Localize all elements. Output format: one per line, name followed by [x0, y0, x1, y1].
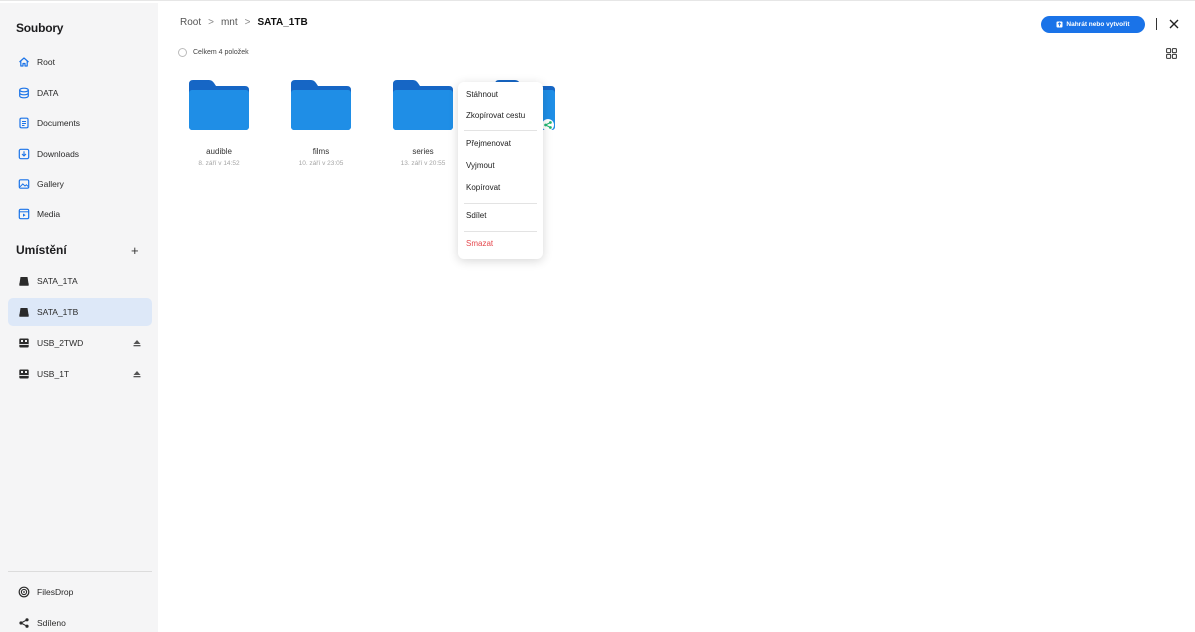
usb-drive-icon: [17, 368, 30, 381]
folder-name: films: [312, 147, 330, 156]
menu-item-copy-path[interactable]: Zkopírovat cestu: [466, 111, 525, 120]
breadcrumb: Root > mnt > SATA_1TB: [180, 17, 308, 28]
drive-icon: [17, 275, 30, 288]
sidebar-item-label: DATA: [37, 88, 59, 98]
folder-name: audible: [206, 147, 232, 156]
usb-drive-icon: [17, 337, 30, 350]
folder-icon: [393, 80, 453, 130]
grid-view-toggle[interactable]: [1166, 48, 1177, 59]
drive-icon: [17, 306, 30, 319]
sidebar-item-gallery[interactable]: Gallery: [8, 170, 152, 198]
home-icon: [17, 56, 30, 69]
sidebar-item-label: Root: [37, 57, 55, 67]
upload-icon: [1056, 21, 1063, 28]
breadcrumb-separator: >: [208, 17, 214, 28]
sidebar-item-usb-1t[interactable]: USB_1T: [8, 360, 152, 388]
menu-divider: [464, 231, 537, 232]
sidebar-item-label: Sdíleno: [37, 618, 66, 628]
folder-icon: [189, 80, 249, 130]
sidebar-item-label: SATA_1TB: [37, 307, 79, 317]
image-icon: [17, 178, 30, 191]
sidebar-item-data[interactable]: DATA: [8, 79, 152, 107]
sidebar-item-documents[interactable]: Documents: [8, 109, 152, 137]
database-icon: [17, 87, 30, 100]
close-icon: [1169, 19, 1179, 29]
select-all-checkbox[interactable]: [178, 48, 187, 57]
menu-item-delete[interactable]: Smazat: [466, 239, 493, 248]
folder-date: 13. září v 20:55: [400, 160, 446, 167]
locations-title: Umístění: [16, 243, 67, 257]
sidebar-item-sata-1ta[interactable]: SATA_1TA: [8, 267, 152, 295]
sidebar-item-label: USB_1T: [37, 369, 70, 379]
menu-item-download[interactable]: Stáhnout: [466, 90, 498, 99]
folder-name: series: [412, 147, 434, 156]
shared-badge-icon: [542, 119, 554, 131]
folder-icon: [291, 80, 351, 130]
sidebar: Soubory Root DATA Documents Downloads Ga…: [0, 3, 158, 632]
filesdrop-icon: [17, 586, 30, 599]
upload-or-create-button[interactable]: Nahrát nebo vytvořit: [1041, 16, 1145, 33]
sidebar-item-label: Downloads: [37, 149, 80, 159]
eject-icon[interactable]: [132, 338, 142, 348]
sidebar-item-usb-2twd[interactable]: USB_2TWD: [8, 329, 152, 357]
menu-divider: [464, 130, 537, 131]
menu-item-copy[interactable]: Kopírovat: [466, 183, 500, 192]
grid-icon: [1166, 48, 1177, 59]
sidebar-item-filesdrop[interactable]: FilesDrop: [8, 578, 152, 606]
menu-item-cut[interactable]: Vyjmout: [466, 161, 495, 170]
breadcrumb-item-current[interactable]: SATA_1TB: [257, 17, 307, 28]
breadcrumb-item-mnt[interactable]: mnt: [221, 17, 238, 28]
folder-item[interactable]: audible 8. září v 14:52: [180, 80, 268, 180]
document-icon: [17, 117, 30, 130]
sidebar-item-label: FilesDrop: [37, 587, 74, 597]
sidebar-item-sata-1tb[interactable]: SATA_1TB: [8, 298, 152, 326]
item-count: Celkem 4 položek: [193, 49, 249, 56]
sidebar-title: Soubory: [16, 21, 64, 35]
sidebar-item-label: Documents: [37, 118, 80, 128]
sidebar-item-root[interactable]: Root: [8, 48, 152, 76]
sidebar-item-label: SATA_1TA: [37, 276, 78, 286]
eject-icon[interactable]: [132, 369, 142, 379]
selection-row: Celkem 4 položek: [178, 48, 249, 57]
sidebar-divider: [8, 571, 152, 572]
sidebar-item-label: USB_2TWD: [37, 338, 84, 348]
menu-divider: [464, 203, 537, 204]
menu-item-rename[interactable]: Přejmenovat: [466, 139, 511, 148]
upload-button-label: Nahrát nebo vytvořit: [1066, 21, 1130, 28]
menu-item-share[interactable]: Sdílet: [466, 211, 486, 220]
sidebar-item-shared[interactable]: Sdíleno: [8, 609, 152, 632]
folder-date: 8. září v 14:52: [198, 160, 240, 167]
top-border: [0, 0, 1195, 3]
folder-item[interactable]: films 10. září v 23:05: [282, 80, 370, 180]
add-location-button[interactable]: +: [131, 243, 139, 258]
sidebar-item-media[interactable]: Media: [8, 200, 152, 228]
media-icon: [17, 208, 30, 221]
download-icon: [17, 148, 30, 161]
folder-date: 10. září v 23:05: [298, 160, 344, 167]
close-button[interactable]: [1167, 17, 1181, 31]
header-separator: [1156, 18, 1157, 30]
context-menu: Stáhnout Zkopírovat cestu Přejmenovat Vy…: [458, 82, 543, 259]
breadcrumb-separator: >: [244, 17, 251, 28]
share-icon: [17, 617, 30, 630]
sidebar-item-label: Gallery: [37, 179, 64, 189]
sidebar-item-downloads[interactable]: Downloads: [8, 140, 152, 168]
sidebar-item-label: Media: [37, 209, 61, 219]
breadcrumb-item-root[interactable]: Root: [180, 17, 201, 28]
